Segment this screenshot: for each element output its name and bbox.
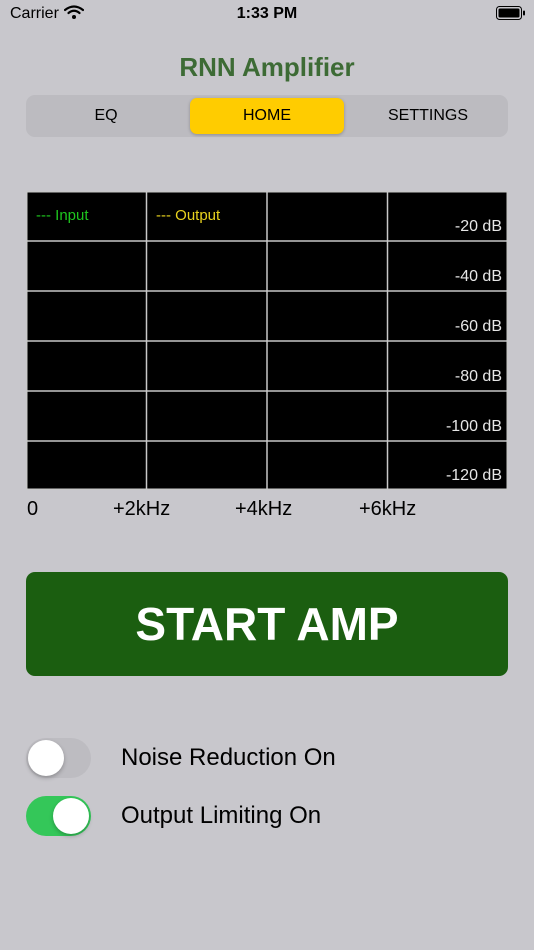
battery-icon — [496, 6, 526, 25]
noise-reduction-label: Noise Reduction On — [121, 744, 336, 771]
output-limiting-label: Output Limiting On — [121, 802, 322, 829]
noise-reduction-switch[interactable] — [26, 738, 91, 778]
db-label: -20 dB — [454, 218, 502, 235]
freq-label: +4kHz — [235, 498, 293, 520]
status-time: 1:33 PM — [236, 5, 298, 22]
switch-knob — [53, 798, 89, 834]
db-label: -120 dB — [445, 467, 502, 484]
db-label: -40 dB — [454, 268, 502, 285]
output-limiting-switch[interactable] — [26, 796, 91, 836]
switch-knob — [28, 740, 64, 776]
db-label: -100 dB — [445, 418, 502, 435]
tab-home[interactable]: HOME — [190, 98, 344, 134]
legend-input: --- Input — [36, 207, 89, 224]
freq-label: +6kHz — [359, 498, 417, 520]
start-amp-button[interactable]: START AMP — [26, 572, 508, 676]
status-bar: Carrier 1:33 PM — [0, 0, 534, 30]
tab-eq[interactable]: EQ — [29, 98, 183, 134]
freq-label: 0 — [27, 498, 39, 520]
db-label: -60 dB — [454, 318, 502, 335]
legend-output: --- Output — [156, 207, 221, 224]
app-title: RNN Amplifier — [179, 52, 355, 82]
freq-label: +2kHz — [113, 498, 171, 520]
db-label: -80 dB — [454, 368, 502, 385]
tab-settings[interactable]: SETTINGS — [351, 98, 505, 134]
tab-segmented-control: EQ HOME SETTINGS — [26, 95, 508, 137]
spectrum-graph: --- Input --- Output -20 dB -40 dB -60 d… — [26, 191, 508, 490]
